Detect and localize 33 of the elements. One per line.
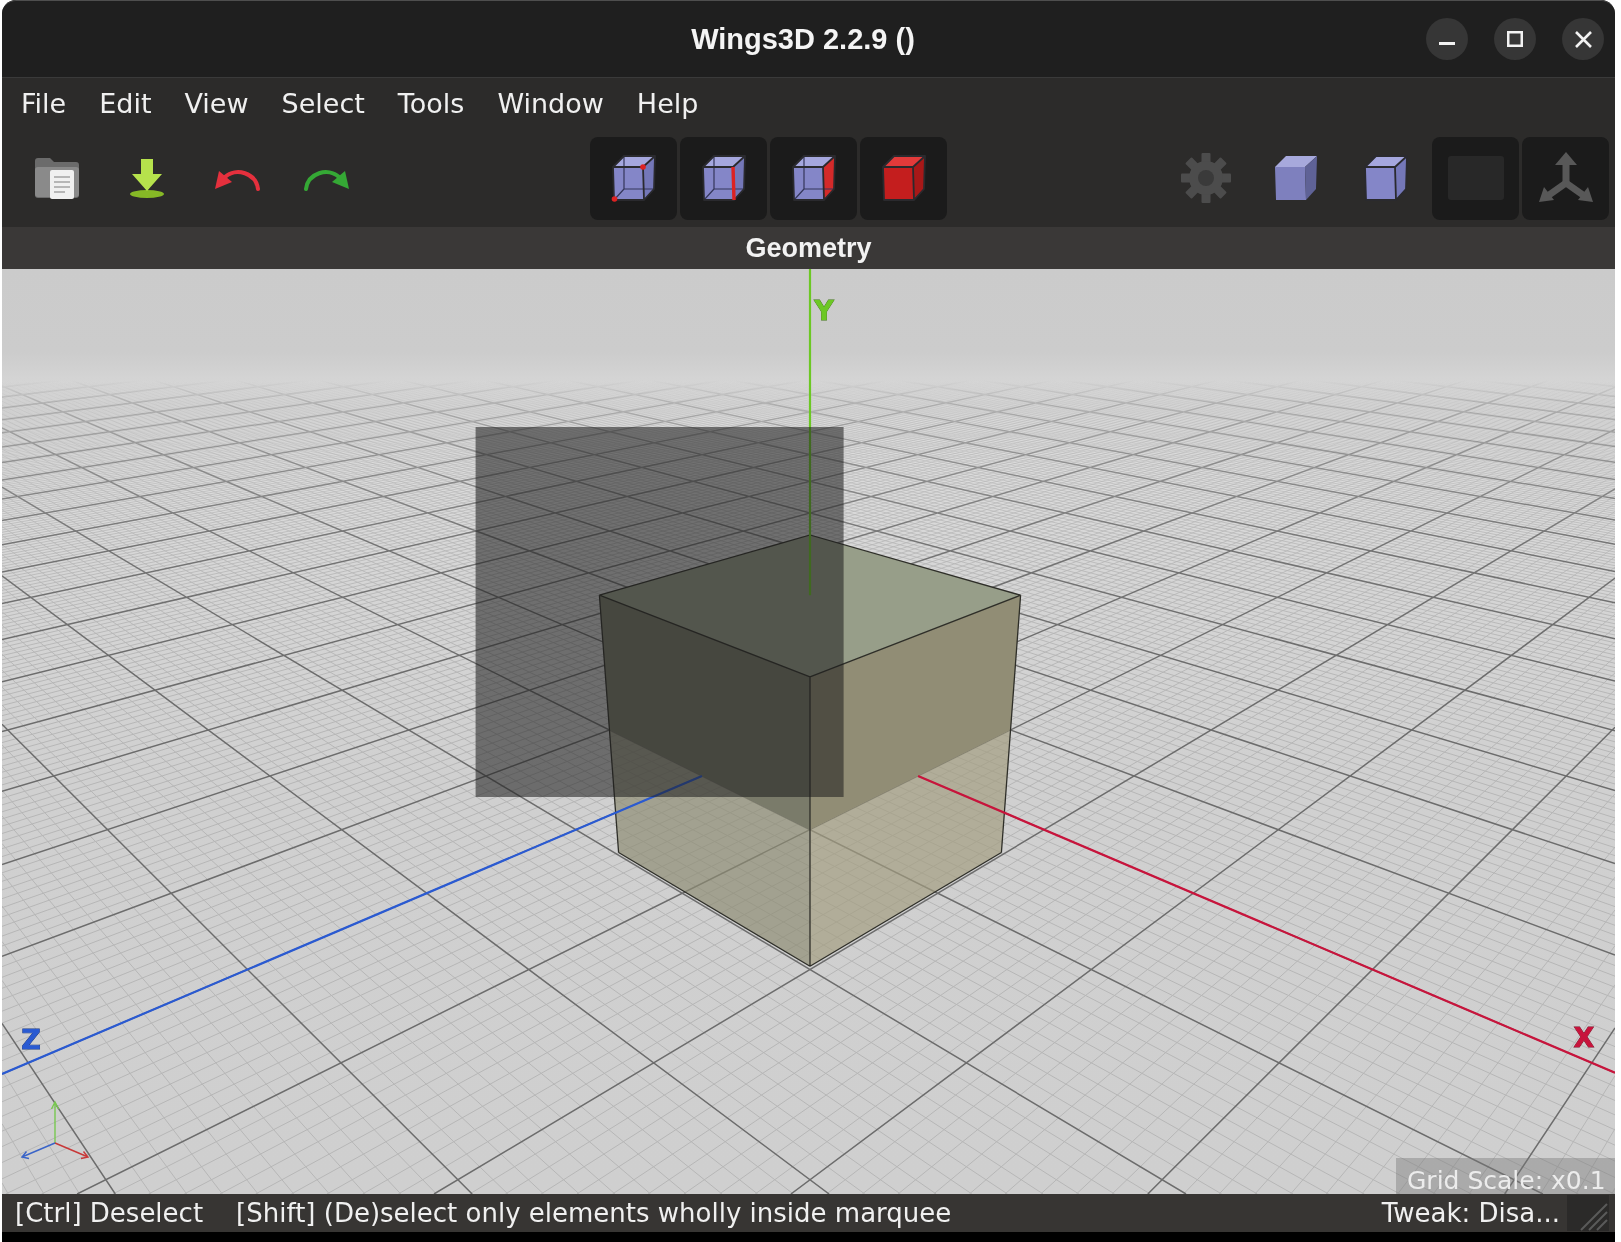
status-hint: [Ctrl] Deselect [15,1198,204,1228]
tweak-status: Tweak: Disa... [1381,1198,1560,1228]
download-arrow-icon [128,158,165,198]
menu-item[interactable]: Help [620,78,715,129]
menu-item[interactable]: Window [481,78,620,129]
close-icon [1574,30,1592,48]
folder-icon [33,157,80,199]
axis-label: Z [21,1024,41,1056]
axis-label: Y [814,294,834,326]
maximize-button[interactable] [1494,18,1536,60]
selection-mode-button[interactable] [770,136,857,220]
close-button[interactable] [1562,18,1604,60]
status-hint: [Shift] (De)select only elements wholly inside marquee [236,1198,952,1228]
maximize-icon [1507,31,1523,47]
resize-grip-icon[interactable] [1567,1195,1609,1231]
minimize-button[interactable] [1426,18,1468,60]
window-title: Wings3D 2.2.9 () [691,22,915,56]
selection-mode-button[interactable] [860,136,947,220]
axis-label: X [1573,1022,1595,1054]
selection-mode-button[interactable] [680,136,767,220]
menu-item[interactable]: File [5,78,83,129]
menu-item[interactable]: Edit [83,78,168,129]
view-toggle-button[interactable] [1522,136,1609,220]
selection-mode-button[interactable] [590,136,677,220]
gear-icon [1178,151,1233,205]
axis-gizmo-icon [20,1100,90,1160]
grid-scale-label: Grid Scale: x0.1 [1396,1158,1615,1194]
menu-item[interactable]: Tools [381,78,481,129]
menu-item[interactable]: Select [265,78,381,129]
three-arrows-icon [1536,151,1595,205]
minimize-icon [1439,41,1455,45]
viewport-title: Geometry [745,232,872,264]
menu-item[interactable]: View [168,78,265,129]
